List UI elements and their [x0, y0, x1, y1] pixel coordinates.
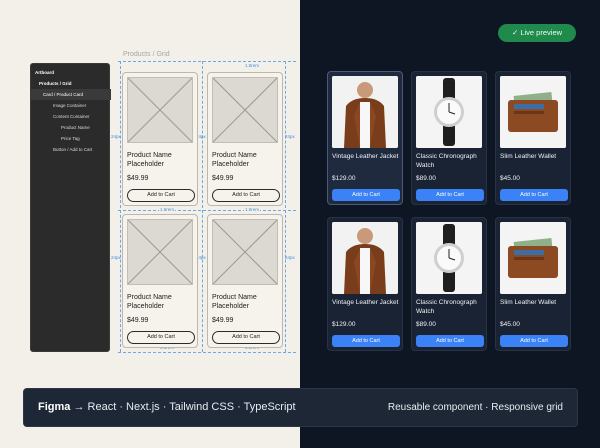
product-price: $89.00 [416, 321, 436, 328]
layer-label: Content Container [53, 114, 90, 119]
stack-list: React · Next.js · Tailwind CSS · TypeScr… [87, 401, 296, 413]
add-to-cart-button[interactable]: Add to Cart [212, 189, 280, 202]
product-name: Classic Chronograph Watch [416, 153, 477, 169]
product-price: $45.00 [500, 321, 520, 328]
wallet-image [500, 222, 566, 294]
arrow-icon: → [73, 401, 85, 413]
add-to-cart-button[interactable]: Add to Cart [332, 189, 400, 201]
layer-content-container[interactable]: Content Container [31, 111, 111, 122]
spacing-label: 1.5rem [159, 207, 176, 212]
add-to-cart-button[interactable]: Add to Cart [212, 331, 280, 344]
spacing-label: 1.5rem [244, 207, 261, 212]
figma-label: Figma [38, 401, 71, 413]
product-card[interactable]: Vintage Leather Jacket $129.00 Add to Ca… [327, 217, 403, 351]
stack-summary: Figma → React · Next.js · Tailwind CSS ·… [38, 401, 296, 413]
layer-label: Product Name [61, 125, 90, 130]
product-name-placeholder: Product Name Placeholder [212, 152, 257, 168]
wireframe-card[interactable]: Product Name Placeholder $49.99 Add to C… [122, 72, 198, 206]
layer-label: Price Tag [61, 136, 80, 141]
product-card[interactable]: Classic Chronograph Watch $89.00 Add to … [411, 217, 487, 351]
product-name: Classic Chronograph Watch [416, 299, 477, 315]
price-placeholder: $49.99 [212, 175, 234, 182]
guide-line [118, 210, 296, 211]
spacing-label: 1.5rem [244, 63, 261, 68]
layer-button-add-to-cart[interactable]: Button / Add to Cart [31, 144, 111, 155]
padding-label: 24px [111, 255, 121, 260]
badge-label: Live preview [520, 28, 563, 37]
layer-label: Card / Product Card [43, 92, 84, 97]
grid-frame-title: Products / Grid [123, 51, 170, 58]
image-placeholder [212, 77, 278, 143]
product-card[interactable]: Slim Leather Wallet $45.00 Add to Cart [495, 71, 571, 205]
padding-label: 24px [285, 255, 295, 260]
price-placeholder: $49.99 [127, 175, 149, 182]
product-price: $45.00 [500, 175, 520, 182]
wireframe-card[interactable]: Product Name Placeholder $49.99 Add to C… [207, 72, 283, 206]
product-name: Vintage Leather Jacket [332, 299, 399, 306]
feature-summary: Reusable component · Responsive grid [387, 402, 563, 413]
price-placeholder: $49.99 [212, 317, 234, 324]
product-price: $129.00 [332, 321, 356, 328]
wallet-image [500, 76, 566, 148]
product-card[interactable]: Classic Chronograph Watch $89.00 Add to … [411, 71, 487, 205]
padding-label: 24px [111, 134, 121, 139]
image-placeholder [212, 219, 278, 285]
product-name-placeholder: Product Name Placeholder [212, 294, 257, 310]
layer-price-tag[interactable]: Price Tag [31, 133, 111, 144]
watch-image [416, 222, 482, 294]
product-name: Slim Leather Wallet [500, 153, 557, 160]
add-to-cart-button[interactable]: Add to Cart [416, 189, 484, 201]
product-name: Slim Leather Wallet [500, 299, 557, 306]
add-to-cart-button[interactable]: Add to Cart [500, 335, 568, 347]
layer-product-name[interactable]: Product Name [31, 122, 111, 133]
product-name-placeholder: Product Name Placeholder [127, 294, 172, 310]
product-name: Vintage Leather Jacket [332, 153, 399, 160]
price-placeholder: $49.99 [127, 317, 149, 324]
padding-label: 24px [285, 134, 295, 139]
layer-image-container[interactable]: Image Container [31, 100, 111, 111]
add-to-cart-button[interactable]: Add to Cart [127, 331, 195, 344]
add-to-cart-button[interactable]: Add to Cart [127, 189, 195, 202]
product-card[interactable]: Slim Leather Wallet $45.00 Add to Cart [495, 217, 571, 351]
add-to-cart-button[interactable]: Add to Cart [332, 335, 400, 347]
layer-products-grid[interactable]: Products / Grid [31, 78, 111, 89]
guide-line [118, 352, 296, 353]
product-price: $89.00 [416, 175, 436, 182]
guide-line [120, 61, 121, 352]
product-name-placeholder: Product Name Placeholder [127, 152, 172, 168]
image-placeholder [127, 219, 193, 285]
layer-label: Image Container [53, 103, 87, 108]
jacket-image [332, 76, 398, 148]
layer-artboard[interactable]: Artboard [31, 67, 111, 78]
layers-panel: Artboard Products / Grid Card / Product … [30, 63, 111, 352]
tech-stack-bar: Figma → React · Next.js · Tailwind CSS ·… [23, 388, 578, 427]
watch-image [416, 76, 482, 148]
product-price: $129.00 [332, 175, 356, 182]
layer-label: Products / Grid [39, 81, 72, 86]
guide-line [285, 61, 286, 352]
layer-label: Artboard [35, 70, 54, 75]
add-to-cart-button[interactable]: Add to Cart [416, 335, 484, 347]
image-placeholder [127, 77, 193, 143]
wireframe-card[interactable]: Product Name Placeholder $49.99 Add to C… [122, 214, 198, 348]
layer-label: Button / Add to Cart [53, 147, 93, 152]
jacket-image [332, 222, 398, 294]
wireframe-card[interactable]: Product Name Placeholder $49.99 Add to C… [207, 214, 283, 348]
guide-line [118, 61, 296, 62]
live-preview-badge: ✓ Live preview [498, 24, 576, 42]
product-card[interactable]: Vintage Leather Jacket $129.00 Add to Ca… [327, 71, 403, 205]
guide-line [202, 61, 203, 352]
add-to-cart-button[interactable]: Add to Cart [500, 189, 568, 201]
layer-product-card[interactable]: Card / Product Card [31, 89, 111, 100]
